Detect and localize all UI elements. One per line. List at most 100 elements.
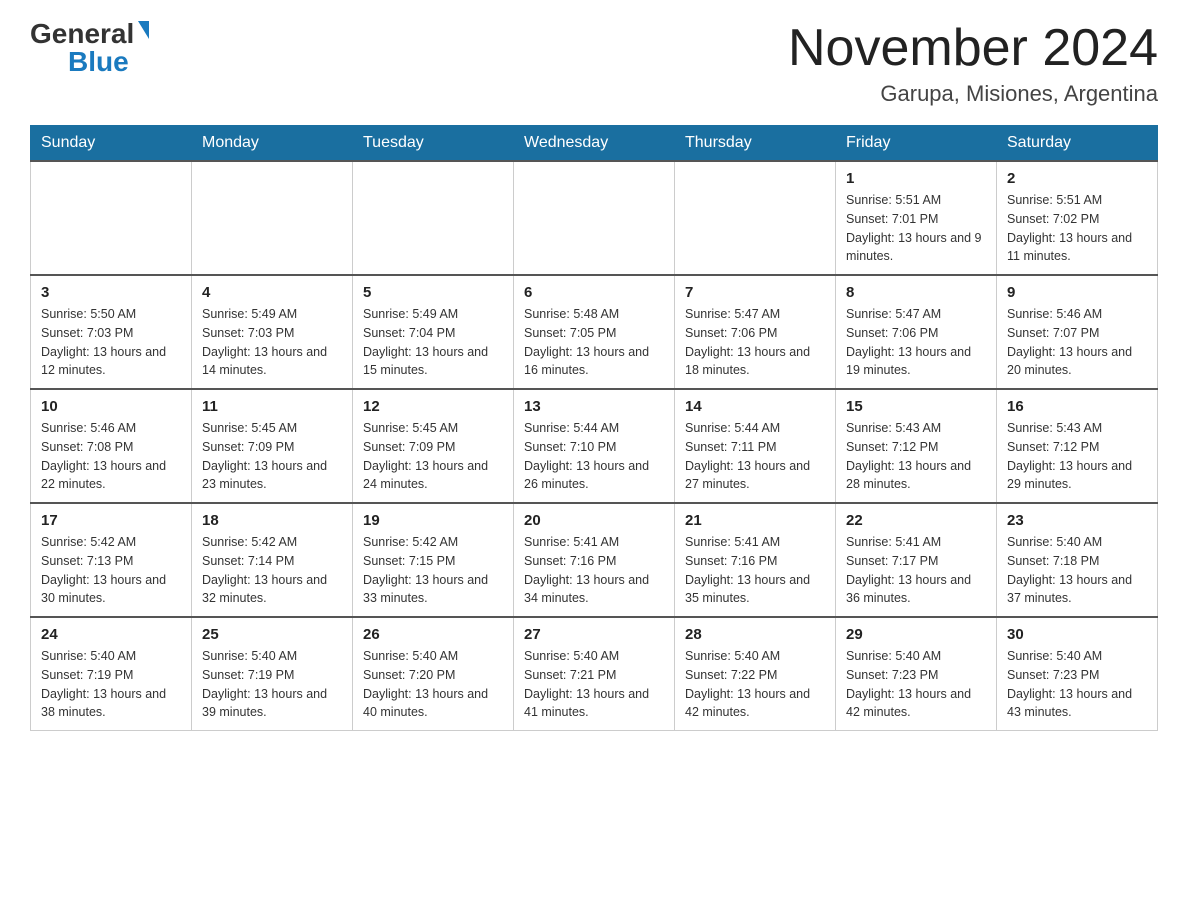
calendar-cell: [353, 161, 514, 275]
logo-triangle-icon: [138, 21, 149, 39]
day-number: 18: [202, 512, 342, 529]
calendar-cell: 2 Sunrise: 5:51 AMSunset: 7:02 PMDaylight…: [997, 161, 1158, 275]
day-info: Sunrise: 5:46 AMSunset: 7:08 PMDaylight:…: [41, 419, 181, 494]
calendar-cell: 19 Sunrise: 5:42 AMSunset: 7:15 PMDayligh…: [353, 503, 514, 617]
day-number: 17: [41, 512, 181, 529]
day-info: Sunrise: 5:47 AMSunset: 7:06 PMDaylight:…: [685, 305, 825, 380]
day-number: 2: [1007, 170, 1147, 187]
day-info: Sunrise: 5:40 AMSunset: 7:22 PMDaylight:…: [685, 647, 825, 722]
col-header-thursday: Thursday: [675, 126, 836, 162]
day-number: 25: [202, 626, 342, 643]
day-number: 5: [363, 284, 503, 301]
calendar-cell: 16Sunrise: 5:43 AMSunset: 7:12 PMDayligh…: [997, 389, 1158, 503]
day-info: Sunrise: 5:40 AMSunset: 7:19 PMDaylight:…: [202, 647, 342, 722]
day-info: Sunrise: 5:51 AMSunset: 7:01 PMDaylight:…: [846, 191, 986, 266]
day-info: Sunrise: 5:45 AMSunset: 7:09 PMDaylight:…: [202, 419, 342, 494]
day-number: 16: [1007, 398, 1147, 415]
calendar-cell: 21 Sunrise: 5:41 AMSunset: 7:16 PMDayligh…: [675, 503, 836, 617]
calendar-cell: 7 Sunrise: 5:47 AMSunset: 7:06 PMDaylight…: [675, 275, 836, 389]
day-number: 3: [41, 284, 181, 301]
day-info: Sunrise: 5:40 AMSunset: 7:19 PMDaylight:…: [41, 647, 181, 722]
day-number: 22: [846, 512, 986, 529]
month-title: November 2024: [788, 20, 1158, 77]
day-info: Sunrise: 5:45 AMSunset: 7:09 PMDaylight:…: [363, 419, 503, 494]
day-info: Sunrise: 5:51 AMSunset: 7:02 PMDaylight:…: [1007, 191, 1147, 266]
day-number: 24: [41, 626, 181, 643]
day-info: Sunrise: 5:41 AMSunset: 7:16 PMDaylight:…: [685, 533, 825, 608]
calendar-cell: 4Sunrise: 5:49 AMSunset: 7:03 PMDaylight…: [192, 275, 353, 389]
calendar-cell: [192, 161, 353, 275]
day-number: 19: [363, 512, 503, 529]
calendar-cell: 18 Sunrise: 5:42 AMSunset: 7:14 PMDayligh…: [192, 503, 353, 617]
calendar-cell: 14 Sunrise: 5:44 AMSunset: 7:11 PMDayligh…: [675, 389, 836, 503]
day-number: 15: [846, 398, 986, 415]
calendar-cell: 15 Sunrise: 5:43 AMSunset: 7:12 PMDayligh…: [836, 389, 997, 503]
week-row-1: 1 Sunrise: 5:51 AMSunset: 7:01 PMDaylight…: [31, 161, 1158, 275]
day-number: 28: [685, 626, 825, 643]
col-header-tuesday: Tuesday: [353, 126, 514, 162]
calendar-cell: 13 Sunrise: 5:44 AMSunset: 7:10 PMDayligh…: [514, 389, 675, 503]
day-number: 10: [41, 398, 181, 415]
calendar-cell: 20 Sunrise: 5:41 AMSunset: 7:16 PMDayligh…: [514, 503, 675, 617]
day-info: Sunrise: 5:41 AMSunset: 7:16 PMDaylight:…: [524, 533, 664, 608]
day-number: 1: [846, 170, 986, 187]
calendar-cell: 25 Sunrise: 5:40 AMSunset: 7:19 PMDayligh…: [192, 617, 353, 731]
calendar-cell: [514, 161, 675, 275]
calendar-header-row: SundayMondayTuesdayWednesdayThursdayFrid…: [31, 126, 1158, 162]
day-info: Sunrise: 5:42 AMSunset: 7:15 PMDaylight:…: [363, 533, 503, 608]
calendar-cell: 30 Sunrise: 5:40 AMSunset: 7:23 PMDayligh…: [997, 617, 1158, 731]
calendar-cell: [31, 161, 192, 275]
calendar-cell: 23Sunrise: 5:40 AMSunset: 7:18 PMDayligh…: [997, 503, 1158, 617]
calendar-cell: 22 Sunrise: 5:41 AMSunset: 7:17 PMDayligh…: [836, 503, 997, 617]
day-number: 7: [685, 284, 825, 301]
calendar-cell: 10 Sunrise: 5:46 AMSunset: 7:08 PMDayligh…: [31, 389, 192, 503]
week-row-3: 10 Sunrise: 5:46 AMSunset: 7:08 PMDayligh…: [31, 389, 1158, 503]
day-number: 20: [524, 512, 664, 529]
calendar-cell: 12 Sunrise: 5:45 AMSunset: 7:09 PMDayligh…: [353, 389, 514, 503]
day-info: Sunrise: 5:40 AMSunset: 7:23 PMDaylight:…: [1007, 647, 1147, 722]
day-info: Sunrise: 5:43 AMSunset: 7:12 PMDaylight:…: [846, 419, 986, 494]
day-info: Sunrise: 5:42 AMSunset: 7:13 PMDaylight:…: [41, 533, 181, 608]
week-row-5: 24 Sunrise: 5:40 AMSunset: 7:19 PMDayligh…: [31, 617, 1158, 731]
day-number: 21: [685, 512, 825, 529]
day-number: 14: [685, 398, 825, 415]
day-info: Sunrise: 5:41 AMSunset: 7:17 PMDaylight:…: [846, 533, 986, 608]
day-info: Sunrise: 5:44 AMSunset: 7:11 PMDaylight:…: [685, 419, 825, 494]
col-header-monday: Monday: [192, 126, 353, 162]
day-number: 29: [846, 626, 986, 643]
calendar-cell: 17 Sunrise: 5:42 AMSunset: 7:13 PMDayligh…: [31, 503, 192, 617]
day-number: 6: [524, 284, 664, 301]
logo-general-text: General: [30, 20, 134, 48]
week-row-2: 3 Sunrise: 5:50 AMSunset: 7:03 PMDaylight…: [31, 275, 1158, 389]
day-number: 30: [1007, 626, 1147, 643]
day-info: Sunrise: 5:40 AMSunset: 7:23 PMDaylight:…: [846, 647, 986, 722]
calendar-cell: 1 Sunrise: 5:51 AMSunset: 7:01 PMDaylight…: [836, 161, 997, 275]
day-info: Sunrise: 5:40 AMSunset: 7:18 PMDaylight:…: [1007, 533, 1147, 608]
day-number: 9: [1007, 284, 1147, 301]
day-number: 27: [524, 626, 664, 643]
calendar-cell: 11 Sunrise: 5:45 AMSunset: 7:09 PMDayligh…: [192, 389, 353, 503]
week-row-4: 17 Sunrise: 5:42 AMSunset: 7:13 PMDayligh…: [31, 503, 1158, 617]
day-number: 13: [524, 398, 664, 415]
calendar-cell: 9 Sunrise: 5:46 AMSunset: 7:07 PMDaylight…: [997, 275, 1158, 389]
day-number: 26: [363, 626, 503, 643]
calendar-cell: [675, 161, 836, 275]
day-info: Sunrise: 5:42 AMSunset: 7:14 PMDaylight:…: [202, 533, 342, 608]
title-block: November 2024 Garupa, Misiones, Argentin…: [788, 20, 1158, 107]
day-info: Sunrise: 5:46 AMSunset: 7:07 PMDaylight:…: [1007, 305, 1147, 380]
day-number: 8: [846, 284, 986, 301]
calendar-cell: 24 Sunrise: 5:40 AMSunset: 7:19 PMDayligh…: [31, 617, 192, 731]
day-info: Sunrise: 5:49 AMSunset: 7:03 PMDaylight:…: [202, 305, 342, 380]
day-info: Sunrise: 5:40 AMSunset: 7:20 PMDaylight:…: [363, 647, 503, 722]
day-info: Sunrise: 5:50 AMSunset: 7:03 PMDaylight:…: [41, 305, 181, 380]
calendar-cell: 28 Sunrise: 5:40 AMSunset: 7:22 PMDayligh…: [675, 617, 836, 731]
day-number: 12: [363, 398, 503, 415]
col-header-wednesday: Wednesday: [514, 126, 675, 162]
calendar-cell: 6Sunrise: 5:48 AMSunset: 7:05 PMDaylight…: [514, 275, 675, 389]
day-info: Sunrise: 5:44 AMSunset: 7:10 PMDaylight:…: [524, 419, 664, 494]
day-info: Sunrise: 5:40 AMSunset: 7:21 PMDaylight:…: [524, 647, 664, 722]
col-header-sunday: Sunday: [31, 126, 192, 162]
day-number: 11: [202, 398, 342, 415]
calendar-cell: 26 Sunrise: 5:40 AMSunset: 7:20 PMDayligh…: [353, 617, 514, 731]
location-title: Garupa, Misiones, Argentina: [788, 81, 1158, 107]
